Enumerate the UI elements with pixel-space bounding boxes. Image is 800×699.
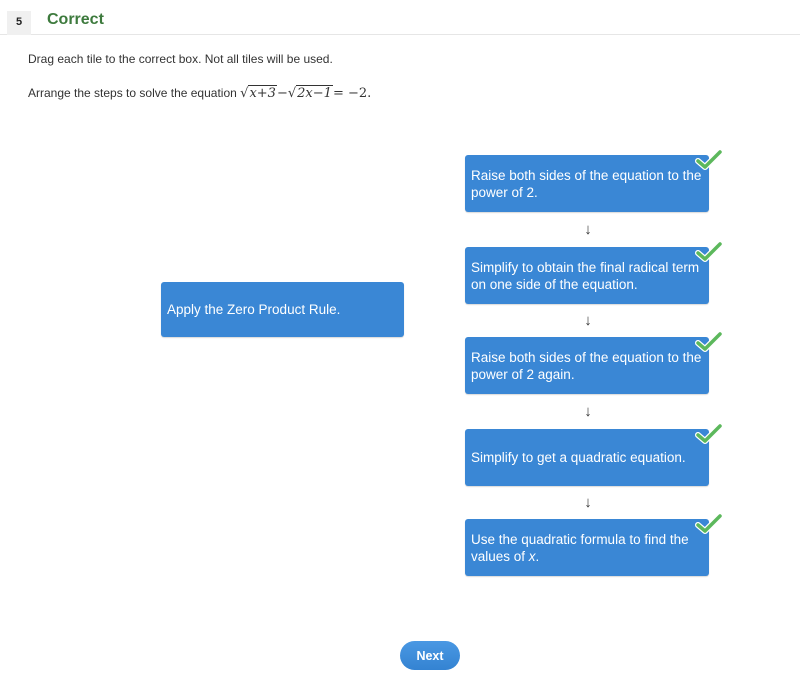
down-arrow-icon: ↓: [584, 312, 592, 329]
checkmark-icon: [695, 241, 723, 262]
status-label: Correct: [47, 11, 104, 28]
question-number: 5: [7, 11, 31, 35]
answer-box-4[interactable]: Simplify to get a quadratic equation.: [465, 423, 723, 486]
tile-label: Simplify to get a quadratic equation.: [471, 450, 686, 465]
next-button[interactable]: Next: [400, 641, 460, 670]
prompt-text: Arrange the steps to solve the equation: [28, 86, 237, 100]
tile-label: Simplify to obtain the final radical ter…: [471, 259, 700, 292]
answer-box-5[interactable]: Use the quadratic formula to find the va…: [465, 513, 723, 576]
tile-label: Use the quadratic formula to find the va…: [471, 531, 689, 564]
answer-box-1[interactable]: Raise both sides of the equation to the …: [465, 149, 723, 212]
equation: √x+3−√2x−1= −2.: [240, 85, 372, 101]
tile-label: Raise both sides of the equation to the …: [471, 349, 702, 382]
tile-label: Apply the Zero Product Rule.: [167, 302, 341, 317]
checkmark-icon: [695, 423, 723, 444]
instructions: Drag each tile to the correct box. Not a…: [28, 52, 333, 66]
checkmark-icon: [695, 149, 723, 170]
checkmark-icon: [695, 331, 723, 352]
down-arrow-icon: ↓: [584, 494, 592, 511]
answer-box-3[interactable]: Raise both sides of the equation to the …: [465, 331, 723, 394]
question-prompt: Arrange the steps to solve the equation …: [28, 85, 372, 101]
question-header: 5 Correct: [0, 0, 800, 35]
tile-label: Raise both sides of the equation to the …: [471, 167, 702, 200]
answer-box-2[interactable]: Simplify to obtain the final radical ter…: [465, 241, 723, 304]
checkmark-icon: [695, 513, 723, 534]
draggable-tile[interactable]: Apply the Zero Product Rule.: [161, 282, 404, 337]
down-arrow-icon: ↓: [584, 221, 592, 238]
down-arrow-icon: ↓: [584, 403, 592, 420]
